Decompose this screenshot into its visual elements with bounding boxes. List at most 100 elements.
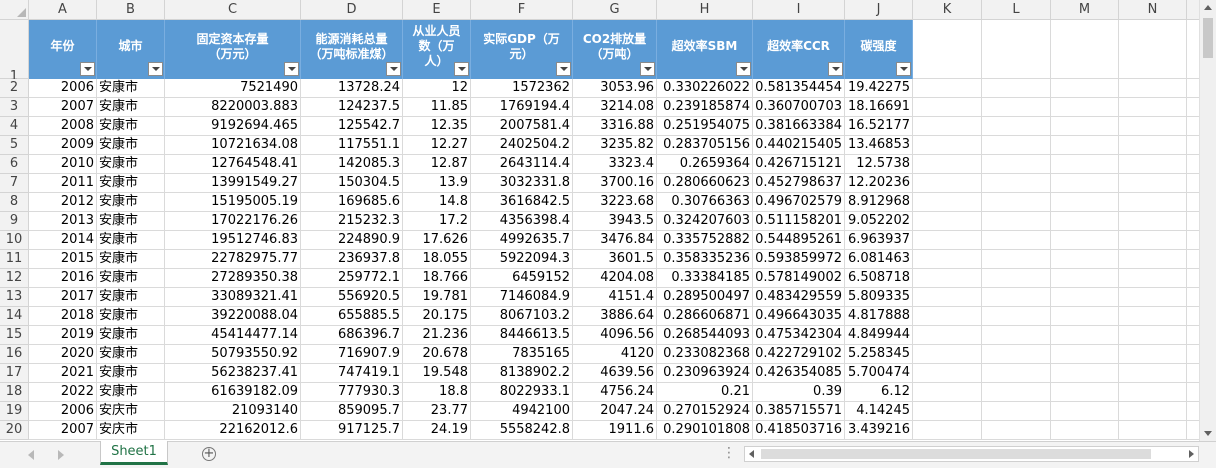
empty-cell[interactable] xyxy=(1119,421,1187,440)
empty-cell[interactable] xyxy=(982,174,1051,193)
column-header-i[interactable]: I xyxy=(753,0,845,20)
empty-cell[interactable] xyxy=(913,174,982,193)
empty-cell[interactable] xyxy=(1051,269,1119,288)
empty-cell[interactable] xyxy=(1187,155,1199,174)
data-cell[interactable]: 4.849944 xyxy=(845,326,913,345)
row-header-3[interactable]: 3 xyxy=(0,98,29,117)
scroll-down-icon[interactable] xyxy=(1204,431,1212,436)
data-cell[interactable]: 19.548 xyxy=(403,364,471,383)
data-cell[interactable]: 2022 xyxy=(29,383,97,402)
data-cell[interactable]: 125542.7 xyxy=(301,117,403,136)
row-header-5[interactable]: 5 xyxy=(0,136,29,155)
row-header-8[interactable]: 8 xyxy=(0,193,29,212)
data-cell[interactable]: 27289350.38 xyxy=(165,269,301,288)
empty-cell[interactable] xyxy=(1119,269,1187,288)
data-cell[interactable]: 6.508718 xyxy=(845,269,913,288)
data-cell[interactable]: 安康市 xyxy=(97,288,165,307)
empty-cell[interactable] xyxy=(913,136,982,155)
empty-cell[interactable] xyxy=(982,98,1051,117)
data-cell[interactable]: 2643114.4 xyxy=(471,155,573,174)
data-cell[interactable]: 0.21 xyxy=(657,383,753,402)
data-cell[interactable]: 12764548.41 xyxy=(165,155,301,174)
data-cell[interactable]: 2009 xyxy=(29,136,97,155)
data-cell[interactable]: 14.8 xyxy=(403,193,471,212)
data-cell[interactable]: 0.270152924 xyxy=(657,402,753,421)
data-cell[interactable]: 2006 xyxy=(29,79,97,98)
select-all-corner[interactable] xyxy=(0,0,29,20)
data-cell[interactable]: 686396.7 xyxy=(301,326,403,345)
data-cell[interactable]: 0.578149002 xyxy=(753,269,845,288)
empty-cell[interactable] xyxy=(982,364,1051,383)
empty-cell[interactable] xyxy=(913,307,982,326)
data-cell[interactable]: 19.42275 xyxy=(845,79,913,98)
table-header-cell[interactable]: 年份 xyxy=(29,20,97,79)
empty-cell[interactable] xyxy=(1187,402,1199,421)
data-cell[interactable]: 21.236 xyxy=(403,326,471,345)
empty-cell[interactable] xyxy=(1119,402,1187,421)
data-cell[interactable]: 0.230963924 xyxy=(657,364,753,383)
data-cell[interactable]: 4120 xyxy=(573,345,657,364)
data-cell[interactable]: 33089321.41 xyxy=(165,288,301,307)
empty-cell[interactable] xyxy=(1187,231,1199,250)
data-cell[interactable]: 5922094.3 xyxy=(471,250,573,269)
data-cell[interactable]: 8.912968 xyxy=(845,193,913,212)
data-cell[interactable]: 56238237.41 xyxy=(165,364,301,383)
empty-cell[interactable] xyxy=(1051,212,1119,231)
data-cell[interactable]: 3223.68 xyxy=(573,193,657,212)
data-cell[interactable]: 12.35 xyxy=(403,117,471,136)
data-cell[interactable]: 10721634.08 xyxy=(165,136,301,155)
scroll-up-icon[interactable] xyxy=(1204,5,1212,10)
data-cell[interactable]: 0.418503716 xyxy=(753,421,845,440)
column-header-j[interactable]: J xyxy=(845,0,913,20)
data-cell[interactable]: 142085.3 xyxy=(301,155,403,174)
data-cell[interactable]: 2019 xyxy=(29,326,97,345)
filter-dropdown-icon[interactable] xyxy=(148,62,163,76)
empty-cell[interactable] xyxy=(1187,174,1199,193)
data-cell[interactable]: 236937.8 xyxy=(301,250,403,269)
sheet-tab[interactable]: Sheet1 xyxy=(100,441,168,465)
data-cell[interactable]: 0.324207603 xyxy=(657,212,753,231)
data-cell[interactable]: 2014 xyxy=(29,231,97,250)
empty-cell[interactable] xyxy=(1119,79,1187,98)
data-cell[interactable]: 8067103.2 xyxy=(471,307,573,326)
empty-cell[interactable] xyxy=(982,383,1051,402)
data-cell[interactable]: 17022176.26 xyxy=(165,212,301,231)
data-cell[interactable]: 2007 xyxy=(29,98,97,117)
empty-cell[interactable] xyxy=(1119,20,1187,79)
data-cell[interactable]: 安康市 xyxy=(97,383,165,402)
empty-cell[interactable] xyxy=(913,364,982,383)
data-cell[interactable]: 安康市 xyxy=(97,79,165,98)
data-cell[interactable]: 12.87 xyxy=(403,155,471,174)
data-cell[interactable]: 18.16691 xyxy=(845,98,913,117)
empty-cell[interactable] xyxy=(1187,269,1199,288)
data-cell[interactable]: 3601.5 xyxy=(573,250,657,269)
data-cell[interactable]: 19512746.83 xyxy=(165,231,301,250)
data-cell[interactable]: 4204.08 xyxy=(573,269,657,288)
data-cell[interactable]: 6.12 xyxy=(845,383,913,402)
data-cell[interactable]: 4.817888 xyxy=(845,307,913,326)
data-cell[interactable]: 13728.24 xyxy=(301,79,403,98)
empty-cell[interactable] xyxy=(913,345,982,364)
empty-cell[interactable] xyxy=(982,193,1051,212)
data-cell[interactable]: 3235.82 xyxy=(573,136,657,155)
data-cell[interactable]: 2016 xyxy=(29,269,97,288)
data-cell[interactable]: 859095.7 xyxy=(301,402,403,421)
empty-cell[interactable] xyxy=(913,212,982,231)
data-cell[interactable]: 22782975.77 xyxy=(165,250,301,269)
table-header-cell[interactable]: 从业人员 数（万 人） xyxy=(403,20,471,79)
empty-cell[interactable] xyxy=(1119,155,1187,174)
empty-cell[interactable] xyxy=(1187,307,1199,326)
empty-cell[interactable] xyxy=(913,20,982,79)
row-header-9[interactable]: 9 xyxy=(0,212,29,231)
row-header-16[interactable]: 16 xyxy=(0,345,29,364)
table-header-cell[interactable]: 城市 xyxy=(97,20,165,79)
data-cell[interactable]: 50793550.92 xyxy=(165,345,301,364)
table-header-cell[interactable]: 实际GDP（万 元） xyxy=(471,20,573,79)
column-header-n[interactable]: N xyxy=(1119,0,1187,20)
data-cell[interactable]: 5558242.8 xyxy=(471,421,573,440)
data-cell[interactable]: 8138902.2 xyxy=(471,364,573,383)
data-cell[interactable]: 4639.56 xyxy=(573,364,657,383)
column-header-k[interactable]: K xyxy=(913,0,982,20)
column-header-d[interactable]: D xyxy=(301,0,403,20)
row-header-10[interactable]: 10 xyxy=(0,231,29,250)
